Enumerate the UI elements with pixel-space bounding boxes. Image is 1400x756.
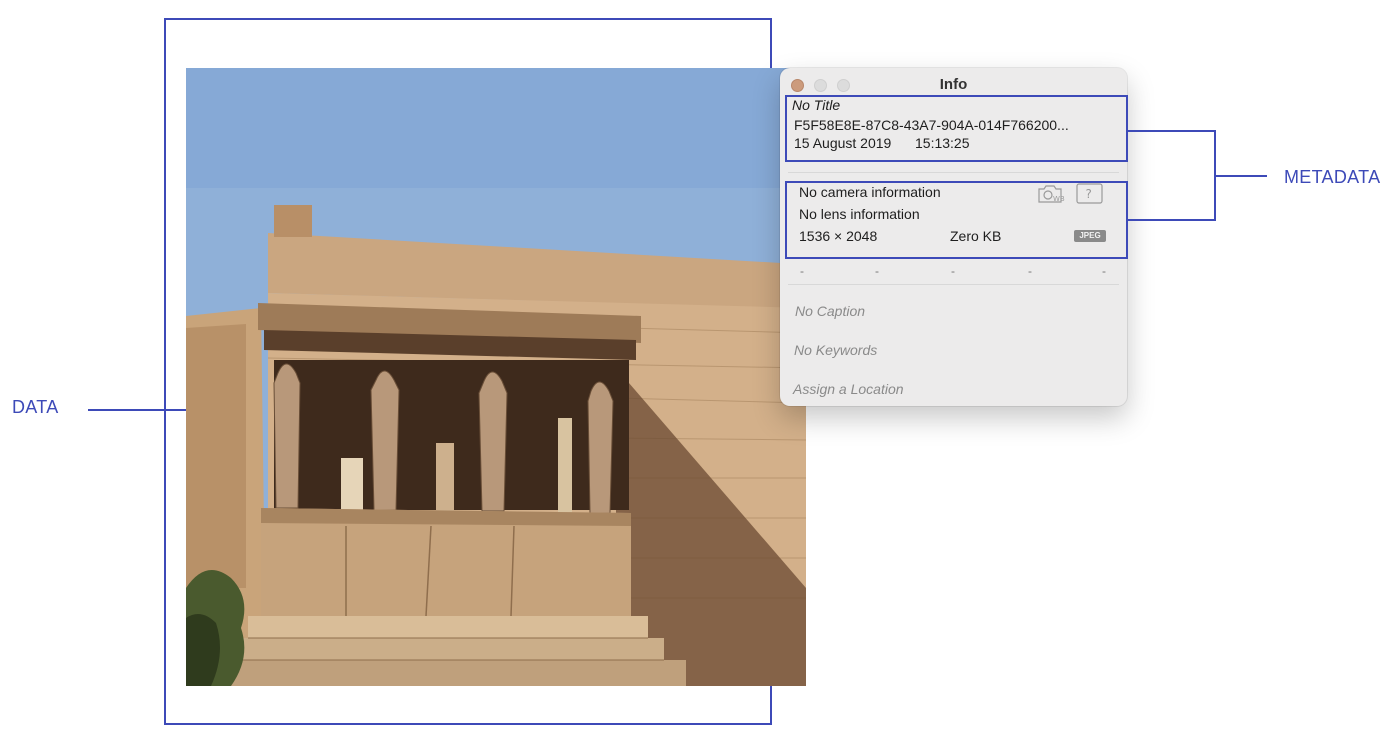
- exif-value-3: -: [951, 264, 955, 278]
- section-divider: [788, 172, 1119, 173]
- data-label: DATA: [12, 397, 59, 417]
- location-field[interactable]: Assign a Location: [793, 381, 904, 397]
- caryatid-porch-image: [186, 68, 806, 686]
- exif-value-4: -: [1028, 264, 1032, 278]
- info-titlebar: Info: [780, 68, 1127, 98]
- metadata-title-frame: [785, 95, 1128, 162]
- exif-value-2: -: [875, 264, 879, 278]
- photo-preview: [186, 68, 806, 686]
- metadata-bracket-bottom: [1128, 219, 1216, 221]
- section-divider: [788, 284, 1119, 285]
- metadata-exif-frame: [785, 181, 1128, 259]
- metadata-bracket-top: [1128, 130, 1216, 132]
- exif-value-1: -: [800, 264, 804, 278]
- caption-field[interactable]: No Caption: [795, 303, 865, 319]
- exif-value-5: -: [1102, 264, 1106, 278]
- keywords-field[interactable]: No Keywords: [794, 342, 877, 358]
- window-title: Info: [939, 76, 968, 93]
- metadata-connector-line: [1216, 175, 1267, 177]
- metadata-label: METADATA: [1284, 167, 1381, 187]
